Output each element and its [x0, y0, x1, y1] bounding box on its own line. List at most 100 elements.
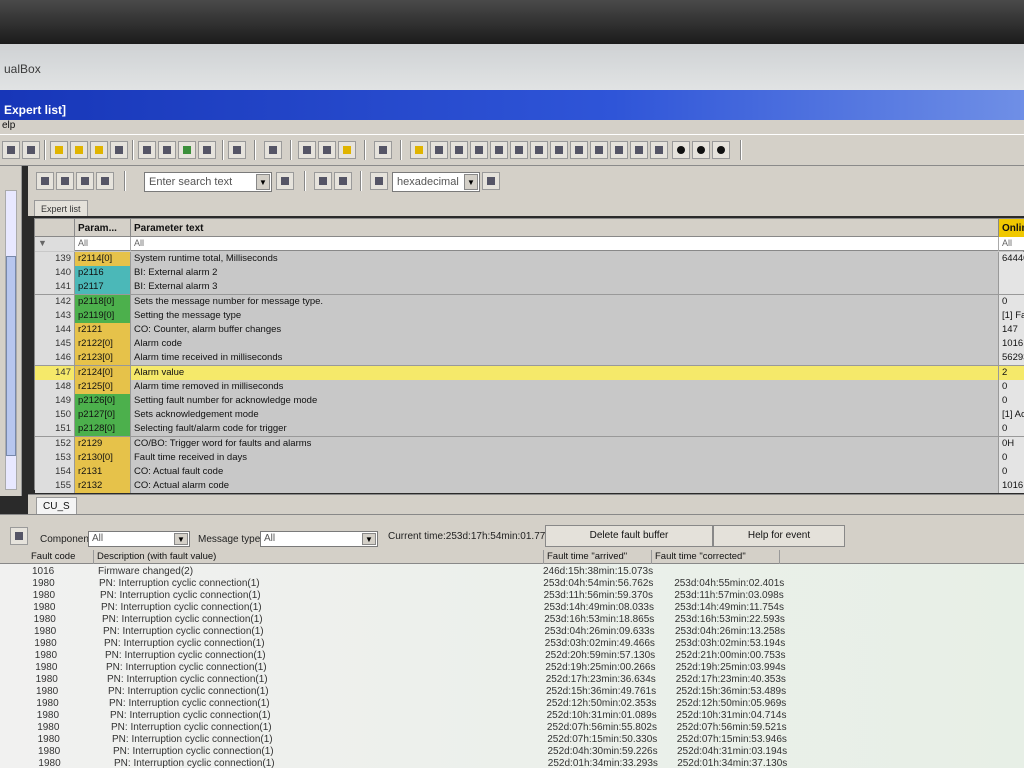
- list-item[interactable]: 1980 PN: Interruption cyclic connection(1…: [0, 650, 1024, 662]
- connect-icon[interactable]: [70, 141, 88, 159]
- table-row[interactable]: 154 r2131 CO: Actual fault code 0: [35, 465, 1024, 480]
- row-online-value[interactable]: 1016: [999, 479, 1024, 494]
- control-panel-icon[interactable]: [198, 141, 216, 159]
- list-icon[interactable]: [610, 141, 628, 159]
- star-icon[interactable]: [338, 141, 356, 159]
- close-all-icon[interactable]: [22, 141, 40, 159]
- filter-param[interactable]: All: [75, 237, 131, 251]
- row-online-value[interactable]: 147: [999, 323, 1024, 337]
- row-online-value[interactable]: 0H: [999, 436, 1024, 451]
- menu-help[interactable]: elp: [2, 120, 15, 131]
- row-online-value[interactable]: 0: [999, 422, 1024, 437]
- header-time-arrived[interactable]: Fault time "arrived": [544, 550, 652, 564]
- filter-icon[interactable]: [314, 172, 332, 190]
- filter-icon[interactable]: ▼: [35, 237, 75, 251]
- header-online[interactable]: Onlin: [999, 219, 1024, 237]
- apply-format-icon[interactable]: [482, 172, 500, 190]
- message-type-select[interactable]: All ▼: [260, 531, 378, 547]
- table-row[interactable]: 152 r2129 CO/BO: Trigger word for faults a…: [35, 436, 1024, 451]
- tab-expert-list[interactable]: Expert list: [34, 200, 88, 216]
- list-item[interactable]: 1980 PN: Interruption cyclic connection(1…: [0, 698, 1024, 710]
- chevron-down-icon[interactable]: ▼: [256, 174, 270, 190]
- table-row[interactable]: 151 p2128[0] Selecting fault/alarm code fo…: [35, 422, 1024, 437]
- gear-icon[interactable]: [430, 141, 448, 159]
- table-row[interactable]: 141 p2117 BI: External alarm 3: [35, 280, 1024, 295]
- upload-icon[interactable]: [110, 141, 128, 159]
- row-online-value[interactable]: 0: [999, 379, 1024, 394]
- table-row[interactable]: 143 p2119[0] Setting the message type [1] F…: [35, 308, 1024, 323]
- row-online-value[interactable]: 0: [999, 450, 1024, 465]
- select-icon[interactable]: [410, 141, 428, 159]
- xor-icon[interactable]: [510, 141, 528, 159]
- filter-settings-icon[interactable]: [334, 172, 352, 190]
- table-row[interactable]: 150 p2127[0] Sets acknowledgement mode [1] …: [35, 408, 1024, 423]
- row-online-value[interactable]: 56293: [999, 351, 1024, 366]
- row-online-value[interactable]: 0: [999, 465, 1024, 479]
- filter-text[interactable]: All: [131, 237, 999, 251]
- list-item[interactable]: 1980 PN: Interruption cyclic connection(1…: [0, 590, 1024, 602]
- list-item[interactable]: 1980 PN: Interruption cyclic connection(1…: [0, 734, 1024, 746]
- counter-icon[interactable]: [550, 141, 568, 159]
- list-item[interactable]: 1980 PN: Interruption cyclic connection(1…: [0, 602, 1024, 614]
- header-fault-code[interactable]: Fault code: [28, 550, 94, 564]
- and-icon[interactable]: [470, 141, 488, 159]
- grid-icon[interactable]: [374, 141, 392, 159]
- row-online-value[interactable]: 0: [999, 294, 1024, 309]
- table-row[interactable]: 142 p2118[0] Sets the message number for m…: [35, 294, 1024, 309]
- list-item[interactable]: 1980 PN: Interruption cyclic connection(1…: [0, 710, 1024, 722]
- chevron-down-icon[interactable]: ▼: [174, 533, 188, 545]
- table-icon[interactable]: [228, 141, 246, 159]
- list-item[interactable]: 1980 PN: Interruption cyclic connection(1…: [0, 662, 1024, 674]
- color-palette-icon[interactable]: [264, 141, 282, 159]
- component-select[interactable]: All ▼: [88, 531, 190, 547]
- binoculars-icon[interactable]: [276, 172, 294, 190]
- header-description[interactable]: Description (with fault value): [94, 550, 544, 564]
- row-online-value[interactable]: 2: [999, 365, 1024, 380]
- row-online-value[interactable]: 0: [999, 394, 1024, 408]
- dot-icon[interactable]: [712, 141, 730, 159]
- help-for-event-button[interactable]: Help for event: [713, 525, 845, 547]
- list-item[interactable]: 1980 PN: Interruption cyclic connection(1…: [0, 746, 1024, 758]
- close-icon[interactable]: [2, 141, 20, 159]
- adder-icon[interactable]: [590, 141, 608, 159]
- row-online-value[interactable]: 64440: [999, 252, 1024, 266]
- table-row[interactable]: 148 r2125[0] Alarm time removed in millise…: [35, 379, 1024, 394]
- block-icon[interactable]: [450, 141, 468, 159]
- or-icon[interactable]: [490, 141, 508, 159]
- list-item[interactable]: 1016 Firmware changed(2) 246d:15h:38min:15…: [0, 566, 1024, 578]
- table-row[interactable]: 146 r2123[0] Alarm time received in millis…: [35, 351, 1024, 366]
- header-parameter-text[interactable]: Parameter text: [131, 219, 999, 237]
- row-online-value[interactable]: [999, 280, 1024, 295]
- header-param[interactable]: Param...: [75, 219, 131, 237]
- filter-icon[interactable]: [10, 527, 28, 545]
- trace-icon[interactable]: [298, 141, 316, 159]
- list-item[interactable]: 1980 PN: Interruption cyclic connection(1…: [0, 722, 1024, 734]
- compare-icon[interactable]: [138, 141, 156, 159]
- list-item[interactable]: 1980 PN: Interruption cyclic connection(1…: [0, 674, 1024, 686]
- compare-block-icon[interactable]: [570, 141, 588, 159]
- table-row[interactable]: 149 p2126[0] Setting fault number for ackn…: [35, 394, 1024, 409]
- filter-online[interactable]: All: [999, 237, 1024, 251]
- row-online-value[interactable]: [1] Fa: [999, 308, 1024, 323]
- search-input[interactable]: Enter search text ▼: [144, 172, 272, 192]
- export-icon[interactable]: [76, 172, 94, 190]
- header-time-corrected[interactable]: Fault time "corrected": [652, 550, 780, 564]
- transfer-icon[interactable]: [158, 141, 176, 159]
- open-icon[interactable]: [56, 172, 74, 190]
- online-icon[interactable]: [50, 141, 68, 159]
- row-online-value[interactable]: [1] Ac: [999, 408, 1024, 423]
- list-item[interactable]: 1980 PN: Interruption cyclic connection(1…: [0, 638, 1024, 650]
- oscilloscope-icon[interactable]: [318, 141, 336, 159]
- download-icon[interactable]: [90, 141, 108, 159]
- save-icon[interactable]: [96, 172, 114, 190]
- list-item[interactable]: 1980 PN: Interruption cyclic connection(1…: [0, 626, 1024, 638]
- timer-icon[interactable]: [530, 141, 548, 159]
- delete-fault-buffer-button[interactable]: Delete fault buffer: [545, 525, 713, 547]
- table-row[interactable]: 139 r2114[0] System runtime total, Millise…: [35, 252, 1024, 267]
- scrollbar-thumb[interactable]: [6, 256, 16, 456]
- list-item[interactable]: 1980 PN: Interruption cyclic connection(1…: [0, 578, 1024, 590]
- table-row[interactable]: 144 r2121 CO: Counter, alarm buffer change…: [35, 323, 1024, 338]
- table-row[interactable]: 155 r2132 CO: Actual alarm code 1016: [35, 479, 1024, 494]
- square-icon[interactable]: [672, 141, 690, 159]
- circle-icon[interactable]: [692, 141, 710, 159]
